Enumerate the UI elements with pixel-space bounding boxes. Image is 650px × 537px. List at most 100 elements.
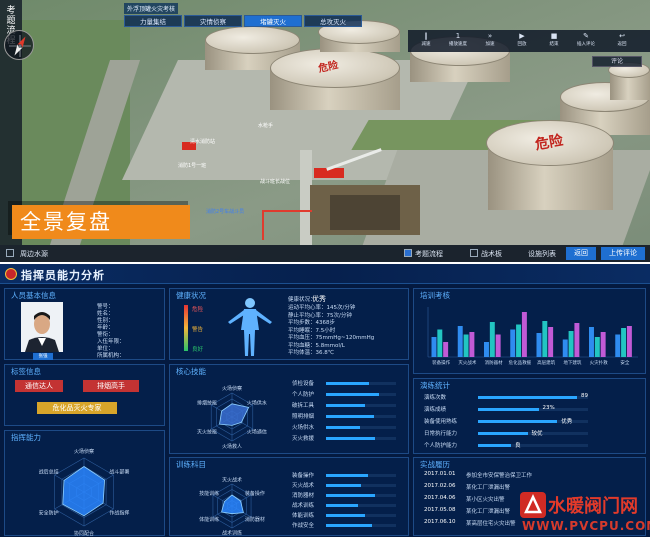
x-tick-label: 高层建筑 xyxy=(537,359,555,366)
core-skills-radar-chart: 火场侦察火场供水火场通信火场救人 灭火技能 排烟技能 xyxy=(197,385,267,450)
play-speed-display[interactable]: 1 播放速度 xyxy=(444,32,472,47)
panel-title: 实战履历 xyxy=(420,460,450,469)
skill-bar-fill xyxy=(326,426,360,429)
history-date: 2017.01.01 xyxy=(424,471,456,477)
hose-line xyxy=(262,210,312,212)
skill-bar-track xyxy=(326,514,396,517)
avatar xyxy=(21,302,63,352)
skill-row-label: 作战安全 xyxy=(292,523,315,529)
skill-row-label: 破拆工具 xyxy=(292,403,315,409)
map-label: 水枪手 xyxy=(258,123,274,129)
map-label: 消防2号车战斗员 xyxy=(206,209,245,215)
skill-row-label: 消防器材 xyxy=(292,493,315,499)
speed-up-button[interactable]: » 加速 xyxy=(476,32,504,47)
device-list-button[interactable]: 设施列表 xyxy=(528,249,556,259)
nearby-water-source-button[interactable]: 周边水源 xyxy=(20,249,48,259)
history-date: 2017.04.06 xyxy=(424,495,456,501)
play-icon: ▶ xyxy=(519,32,525,40)
legend-danger: 危险 xyxy=(192,307,204,313)
bar xyxy=(626,326,632,357)
tab-force-gathering[interactable]: 力量集结 xyxy=(124,15,182,27)
tab-disaster-reconnaissance[interactable]: 灾情侦察 xyxy=(184,15,242,27)
drill-row-label: 个人防护能力 xyxy=(424,443,458,449)
replay-button[interactable]: ▶ 回放 xyxy=(508,32,536,47)
return-button[interactable]: 返回 xyxy=(566,247,596,260)
insert-comment-button[interactable]: ✎ 插入评论 xyxy=(572,32,600,47)
panorama-replay-banner: 全景复盘 xyxy=(12,205,190,239)
compass-icon[interactable] xyxy=(4,30,34,60)
bar xyxy=(516,324,522,357)
skill-bar-track xyxy=(326,382,396,385)
back-button[interactable]: ↩ 返回 xyxy=(608,32,636,47)
watermark-site-name: 水暖阀门网 xyxy=(548,496,638,517)
exam-process-checkbox[interactable] xyxy=(404,249,412,257)
training-exam-bar-chart: 装备操作 灭火战术 消防器材 危化品救援 高层建筑 地下建筑 火灾扑救 安全 xyxy=(427,307,638,366)
fast-forward-icon: » xyxy=(487,32,493,40)
bar xyxy=(542,321,548,357)
drill-stats-panel: 演练统计 演练次数 89 演练成绩 23% 装备使用熟练 优秀 日常执行能力 较优 个人防护能力… xyxy=(413,378,646,454)
radar-data-area xyxy=(62,466,106,517)
radar-axis-label: 火场侦察 xyxy=(74,448,94,455)
bar xyxy=(437,329,443,357)
basic-info-panel: 人员基本信息 张强 警号： 姓名： 性别： 年龄： 警衔： 入伍年限： 单位： 所属机构： xyxy=(4,288,165,360)
drill-row-value: 89 xyxy=(581,393,588,399)
radar-axis-label: 火场供水 xyxy=(247,400,267,407)
training-subjects-radar-chart: 灭火战术装备操作消防器材战术训练体能训练 技能训练 xyxy=(199,477,265,536)
skill-bar-fill xyxy=(326,382,370,385)
drill-row-label: 演练次数 xyxy=(424,395,447,401)
tag-hazmat-expert: 危化品灭火专家 xyxy=(37,402,117,414)
skill-row-label: 火场供水 xyxy=(292,425,315,431)
history-event: 某高层住宅火灾出警 xyxy=(466,521,516,527)
panel-title: 演练统计 xyxy=(420,381,450,390)
bar xyxy=(589,327,594,357)
map-label: 战斗班长战位 xyxy=(260,179,291,185)
legend-warning: 警告 xyxy=(192,327,204,333)
x-tick-label: 安全 xyxy=(620,359,629,366)
x-tick-label: 消防器材 xyxy=(485,359,503,366)
history-event: 某化工厂泄漏出警 xyxy=(466,485,511,491)
bar xyxy=(431,337,437,357)
watermark-url: WWW.PVCPU.COM xyxy=(522,519,650,533)
bar xyxy=(469,332,475,357)
skill-bar-fill xyxy=(326,484,361,487)
body-figure-icon xyxy=(228,298,272,356)
skill-bar-track xyxy=(326,494,396,497)
tab-general-attack[interactable]: 总攻灭火 xyxy=(304,15,362,27)
drill-bar-fill xyxy=(478,420,558,423)
bar xyxy=(615,334,621,357)
stop-icon: ■ xyxy=(550,32,558,40)
history-event: 某小区火灾出警 xyxy=(466,497,505,503)
skill-bar-track xyxy=(326,393,396,396)
tags-panel: 标签信息 通信达人 排烟高手 危化品灭火专家 xyxy=(4,364,165,426)
exam-process-label: 考题流程 xyxy=(415,250,443,258)
playback-toolbar: ‖ 减速 1 播放速度 » 加速 ▶ 回放 ■ 结束 ✎ 插入评论 ↩ 返回 xyxy=(408,30,650,52)
radar-axis-label: 体能训练 xyxy=(199,516,219,523)
skill-bar-fill xyxy=(326,404,365,407)
dashboard-header: 指挥员能力分析 xyxy=(0,264,650,284)
skill-bar-track xyxy=(326,474,396,477)
name-tag: 张强 xyxy=(33,353,53,360)
tab-block-tank-extinguish[interactable]: 堵罐灭火 xyxy=(244,15,302,27)
x-tick-label: 火灾扑救 xyxy=(590,359,608,366)
drill-bar-track xyxy=(478,408,588,411)
simulation-bottom-bar: 周边水源 考题流程 战术板 设施列表 返回 上传评论 xyxy=(0,245,650,262)
basic-field-label: 所属机构： xyxy=(97,353,125,359)
skill-row-label: 照明排烟 xyxy=(292,414,315,420)
skill-bar-fill xyxy=(326,514,365,517)
drill-row-label: 演练成绩 xyxy=(424,407,447,413)
review-button[interactable]: 评论 xyxy=(592,56,642,67)
upload-comment-button[interactable]: 上传评论 xyxy=(601,247,645,260)
radar-axis-label: 火场救人 xyxy=(222,443,242,450)
health-metric: 平均体温：36.8℃ xyxy=(288,350,334,356)
legend-good: 良好 xyxy=(192,347,204,353)
history-event: 某化工厂泄漏出警 xyxy=(466,509,511,515)
tactics-board-checkbox[interactable] xyxy=(470,249,478,257)
panel-title: 人员基本信息 xyxy=(11,291,56,300)
end-button[interactable]: ■ 结束 xyxy=(540,32,568,47)
slow-down-button[interactable]: ‖ 减速 xyxy=(412,32,440,47)
bar xyxy=(495,334,501,357)
bar xyxy=(489,322,495,357)
simulation-view[interactable]: 危险 危险 清水消防站 消防1号一班 战斗班长战位 消防2号车战斗员 水枪手 考… xyxy=(0,0,650,262)
speed-value: 1 xyxy=(455,32,461,40)
skill-row-label: 体能训练 xyxy=(292,513,315,519)
